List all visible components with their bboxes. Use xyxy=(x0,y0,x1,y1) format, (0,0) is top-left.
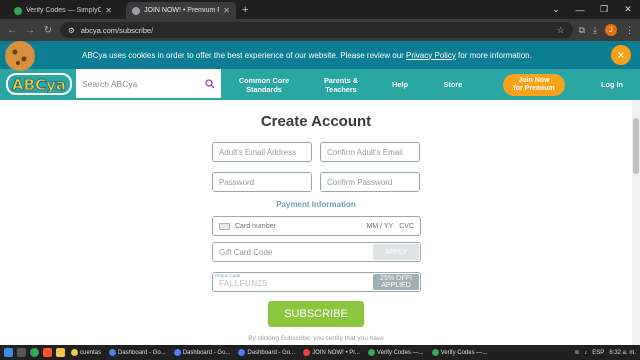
payment-information-heading: Payment Information xyxy=(276,200,356,209)
url-field[interactable]: ⚙ abcya.com/subscribe/ ☆ xyxy=(60,22,573,38)
site-search-input[interactable]: Search ABCya xyxy=(76,69,221,98)
browser-tab-verify-codes[interactable]: Verify Codes — SimplyCodes ✕ xyxy=(8,2,118,19)
privacy-policy-link[interactable]: Privacy Policy xyxy=(406,51,456,60)
simplycodes-favicon-icon xyxy=(14,6,22,15)
close-tab-icon[interactable]: ✕ xyxy=(105,6,112,15)
clock[interactable]: 6:32 a. m. xyxy=(609,350,636,356)
taskbar-item[interactable]: JOIN NOW! • Pr... xyxy=(301,347,362,359)
email-field[interactable]: Adult's Email Address xyxy=(212,142,312,162)
volume-icon[interactable]: ♪ xyxy=(584,350,587,356)
taskbar-item[interactable]: Verify Codes —... xyxy=(430,347,490,359)
close-tab-icon[interactable]: ✕ xyxy=(223,6,230,15)
profile-avatar[interactable]: J xyxy=(605,24,617,36)
close-window-icon[interactable]: ✕ xyxy=(616,4,640,15)
nav-help[interactable]: Help xyxy=(378,80,422,89)
subscribe-disclaimer: By clicking Subscribe, you certify that … xyxy=(248,335,384,342)
tab-search-icon[interactable]: ⌄ xyxy=(544,4,568,15)
browser-tab-join-now[interactable]: JOIN NOW! • Premium Family - ✕ xyxy=(126,2,236,19)
site-info-icon[interactable]: ⚙ xyxy=(68,26,75,35)
abcya-favicon-icon xyxy=(132,6,140,15)
promo-code-value: FALLFUN25 xyxy=(219,279,268,288)
join-now-premium-button[interactable]: Join Now for Premium xyxy=(503,73,565,96)
system-tray: ≋ ♪ ESP 6:32 a. m. xyxy=(574,345,636,360)
cookie-banner: ABCya uses cookies in order to offer the… xyxy=(0,41,640,69)
scrollbar-thumb[interactable] xyxy=(633,118,639,174)
tab-title: Verify Codes — SimplyCodes xyxy=(26,7,102,14)
browser-menu-icon[interactable]: ⋮ xyxy=(625,25,634,36)
url-text: abcya.com/subscribe/ xyxy=(80,25,154,35)
bookmark-star-icon[interactable]: ☆ xyxy=(557,25,565,36)
address-bar-row: ← → ↻ ⚙ abcya.com/subscribe/ ☆ ⧉ ⤓ J ⋮ xyxy=(0,19,640,41)
abcya-logo[interactable]: ABCya xyxy=(4,38,74,96)
restore-icon[interactable]: ❐ xyxy=(592,4,616,15)
minimize-icon[interactable]: — xyxy=(568,5,592,15)
taskbar-item[interactable]: Verify Codes —... xyxy=(366,347,426,359)
brave-icon[interactable] xyxy=(43,348,52,357)
tab-title: JOIN NOW! • Premium Family - xyxy=(144,7,219,14)
promo-code-field[interactable]: Promo Code FALLFUN25 25% OFF! APPLIED xyxy=(212,272,421,292)
chrome-icon[interactable] xyxy=(30,348,39,357)
downloads-icon[interactable]: ⤓ xyxy=(593,25,597,36)
credit-card-icon xyxy=(219,222,230,230)
file-explorer-icon[interactable] xyxy=(56,348,65,357)
nav-common-core-standards[interactable]: Common Core Standards xyxy=(224,76,304,94)
subscribe-button[interactable]: SUBSCRIBE xyxy=(268,301,364,327)
gift-card-code-field[interactable]: Gift Card Code APPLY xyxy=(212,242,421,262)
extensions-icon[interactable]: ⧉ xyxy=(579,25,585,36)
search-icon[interactable] xyxy=(17,348,26,357)
card-expiry[interactable]: MM / YY xyxy=(367,223,394,230)
nav-log-in[interactable]: Log In xyxy=(584,80,640,89)
taskbar-item[interactable]: cuentas xyxy=(69,347,103,359)
cookie-close-button[interactable]: × xyxy=(611,45,631,65)
site-nav-links: Common Core Standards Parents & Teachers… xyxy=(224,69,640,100)
taskbar-item[interactable]: Dashboard - Go... xyxy=(236,347,297,359)
browser-tab-strip: Verify Codes — SimplyCodes ✕ JOIN NOW! •… xyxy=(0,0,640,19)
promo-code-label: Promo Code xyxy=(215,273,241,278)
confirm-password-field[interactable]: Confirm Password xyxy=(320,172,420,192)
taskbar-item[interactable]: Dashboard - Go... xyxy=(107,347,168,359)
cookie-message: ABCya uses cookies in order to offer the… xyxy=(82,50,532,60)
forward-icon[interactable]: → xyxy=(24,25,36,36)
window-controls: ⌄ — ❐ ✕ xyxy=(544,0,640,19)
search-icon[interactable] xyxy=(205,78,215,89)
card-number-field[interactable]: Card number MM / YY CVC xyxy=(212,216,421,236)
wifi-icon[interactable]: ≋ xyxy=(574,349,579,356)
taskbar-item[interactable]: Dashboard - Go... xyxy=(172,347,233,359)
search-placeholder: Search ABCya xyxy=(82,78,138,89)
card-cvc[interactable]: CVC xyxy=(399,223,414,230)
reload-icon[interactable]: ↻ xyxy=(42,25,54,36)
promo-applied-badge: 25% OFF! APPLIED xyxy=(373,274,419,290)
nav-store[interactable]: Store xyxy=(422,80,484,89)
password-field[interactable]: Password xyxy=(212,172,312,192)
confirm-email-field[interactable]: Confirm Adult's Email xyxy=(320,142,420,162)
windows-taskbar: cuentas Dashboard - Go... Dashboard - Go… xyxy=(0,345,640,360)
page-title: Create Account xyxy=(260,113,372,130)
language-indicator[interactable]: ESP xyxy=(592,350,604,356)
nav-parents-teachers[interactable]: Parents & Teachers xyxy=(304,76,378,94)
apply-gift-card-button[interactable]: APPLY xyxy=(373,244,419,260)
windows-start-icon[interactable] xyxy=(4,348,13,357)
new-tab-button[interactable]: + xyxy=(242,4,248,16)
back-icon[interactable]: ← xyxy=(6,25,18,36)
logo-text: ABCya xyxy=(12,76,66,94)
